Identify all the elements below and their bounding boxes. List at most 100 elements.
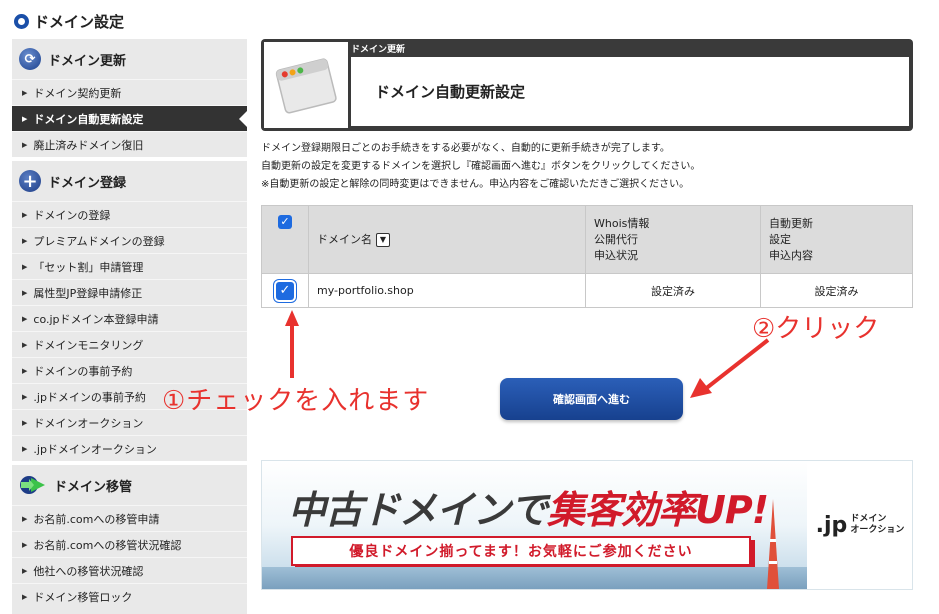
sidebar-item-auto-renewal[interactable]: ▶ ドメイン自動更新設定 [12,105,248,131]
chevron-right-icon: ▶ [22,314,28,323]
logo-text: ドメイン オークション [850,514,904,536]
chevron-right-icon: ▶ [22,392,28,401]
sidebar-item-monitoring[interactable]: ▶ ドメインモニタリング [12,331,247,357]
page-title-text: ドメイン設定 [34,12,125,31]
annotation-check-text: ①チェックを入れます [162,386,430,416]
sidebar-item-transfer-lock[interactable]: ▶ ドメイン移管ロック [12,583,247,609]
sidebar-item-label: お名前.comへの移管状況確認 [33,538,182,552]
logo-jp: .jp [815,512,848,538]
sidebar-section-domain-transfer: ドメイン移管 [12,465,247,505]
sidebar-item-label: プレミアムドメインの登録 [33,234,165,248]
column-domain: ドメイン名 ▼ [308,205,586,274]
refresh-icon: ⟳ [19,48,41,70]
sidebar-item-transfer-apply[interactable]: ▶ お名前.comへの移管申請 [12,505,247,531]
chevron-right-icon: ▶ [22,140,28,149]
banner-headline-prefix: 中古ドメインで [288,488,548,532]
banner-headline-highlight: 集客効率UP! [547,488,769,532]
title-bullet-icon [14,13,29,29]
sidebar-item-transfer-status[interactable]: ▶ お名前.comへの移管状況確認 [12,531,247,557]
sidebar-item-contract-renewal[interactable]: ▶ ドメイン契約更新 [12,79,247,105]
chevron-right-icon: ▶ [22,566,28,575]
table-header-row: ✓ ドメイン名 ▼ Whois情報 公開代行 申込状況 自動更新 設定 申込内容 [261,205,913,274]
confirm-button[interactable]: 確認画面へ進む [500,378,683,420]
sidebar-item-label: .jpドメインの事前予約 [33,390,146,404]
sidebar-item-label: ドメインの登録 [33,208,111,222]
logo-line: ドメイン [850,514,887,524]
column-whois-label: 申込状況 [594,248,638,262]
sidebar-item-transfer-out-status[interactable]: ▶ 他社への移管状況確認 [12,557,247,583]
row-checkbox-cell: ✓ [261,273,309,308]
table-row: ✓ my-portfolio.shop 設定済み 設定済み [261,273,913,308]
column-whois: Whois情報 公開代行 申込状況 [585,205,761,274]
column-auto-label: 設定 [769,232,791,246]
chevron-right-icon: ▶ [22,288,28,297]
chevron-right-icon: ▶ [22,340,28,349]
sidebar-item-jp-attribute[interactable]: ▶ 属性型JP登録申請修正 [12,279,247,305]
banner-headline: 中古ドメインで集客効率UP! [288,479,769,534]
column-domain-label: ドメイン名 [317,232,372,246]
sidebar-item-label: ドメインの事前予約 [33,364,133,378]
row-whois-status: 設定済み [585,273,761,308]
sidebar-item-label: ドメインモニタリング [33,338,144,352]
sidebar-section-domain-registration: + ドメイン登録 [12,161,247,201]
sidebar-item-label: co.jpドメイン本登録申請 [33,312,159,326]
jp-auction-logo: .jp ドメイン オークション [807,461,912,589]
auction-banner[interactable]: 中古ドメインで集客効率UP! 優良ドメイン揃ってます！お気軽にご参加ください .… [261,460,913,590]
transfer-icon [19,474,47,496]
chevron-right-icon: ▶ [22,592,28,601]
chevron-right-icon: ▶ [22,366,28,375]
plus-icon: + [19,170,41,192]
column-whois-label: 公開代行 [594,232,638,246]
domain-table: ✓ ドメイン名 ▼ Whois情報 公開代行 申込状況 自動更新 設定 申込内容 … [261,205,913,308]
sidebar-item-label: ドメイン自動更新設定 [33,112,144,126]
sidebar-section-domain-renewal: ⟳ ドメイン更新 [12,39,247,79]
sidebar-item-label: 廃止済みドメイン復旧 [33,138,144,152]
description-line: 自動更新の設定を変更するドメインを選択し『確認画面へ進む』ボタンをクリックしてく… [261,161,701,172]
sidebar-item-label: 「セット割」申請管理 [33,260,144,274]
sidebar-item-restore-domain[interactable]: ▶ 廃止済みドメイン復旧 [12,131,247,157]
page-title: ドメイン設定 [14,10,124,32]
header-title: ドメイン自動更新設定 [375,83,526,101]
chevron-right-icon: ▶ [22,540,28,549]
header-category: ドメイン更新 [351,45,406,55]
annotation-click-text: ②クリック [752,314,880,344]
sidebar-item-label: ドメインオークション [33,416,144,430]
city-skyline-image [262,567,807,589]
sidebar-item-label: .jpドメインオークション [33,442,157,456]
row-domain: my-portfolio.shop [308,273,586,308]
chevron-right-icon: ▶ [22,114,28,123]
chevron-right-icon: ▶ [22,236,28,245]
sidebar-item-cojp-register[interactable]: ▶ co.jpドメイン本登録申請 [12,305,247,331]
column-auto-label: 申込内容 [769,248,813,262]
banner-subtext: 優良ドメイン揃ってます！お気軽にご参加ください [291,536,751,566]
select-all-cell: ✓ [261,205,309,274]
sidebar-section-label: ドメイン更新 [48,53,127,69]
tower-icon [767,499,779,589]
sidebar-item-register-domain[interactable]: ▶ ドメインの登録 [12,201,247,227]
chevron-right-icon: ▶ [22,514,28,523]
sidebar-item-set-discount[interactable]: ▶ 「セット割」申請管理 [12,253,247,279]
sidebar-item-premium-domain[interactable]: ▶ プレミアムドメインの登録 [12,227,247,253]
column-auto-label: 自動更新 [769,216,813,230]
section-header: ドメイン更新 ドメイン自動更新設定 [261,39,913,131]
sidebar: ⟳ ドメイン更新 ▶ ドメイン契約更新 ▶ ドメイン自動更新設定 ▶ 廃止済みドメイン… [12,39,248,614]
chevron-right-icon: ▶ [22,88,28,97]
row-checkbox[interactable]: ✓ [276,281,294,300]
description-line: ドメイン登録期限日ごとのお手続きをする必要がなく、自動的に更新手続きが完了します… [261,143,670,154]
chevron-right-icon: ▶ [22,262,28,271]
header-title-panel: ドメイン自動更新設定 [351,57,909,126]
sidebar-section-label: ドメイン登録 [48,175,127,191]
description: ドメイン登録期限日ごとのお手続きをする必要がなく、自動的に更新手続きが完了します… [261,140,700,194]
browser-window-icon [264,42,348,128]
annotation-arrow-up-icon [285,310,299,378]
sort-dropdown-icon[interactable]: ▼ [376,232,390,247]
column-whois-label: Whois情報 [594,216,650,230]
logo-line: オークション [850,525,905,535]
sidebar-item-label: 属性型JP登録申請修正 [33,286,143,300]
select-all-checkbox[interactable]: ✓ [278,214,292,229]
sidebar-item-jp-auction[interactable]: ▶ .jpドメインオークション [12,435,247,461]
sidebar-item-label: ドメイン契約更新 [33,86,122,100]
sidebar-item-label: お名前.comへの移管申請 [33,512,160,526]
annotation-arrow-diagonal-icon [690,338,770,398]
sidebar-item-label: 他社への移管状況確認 [33,564,144,578]
